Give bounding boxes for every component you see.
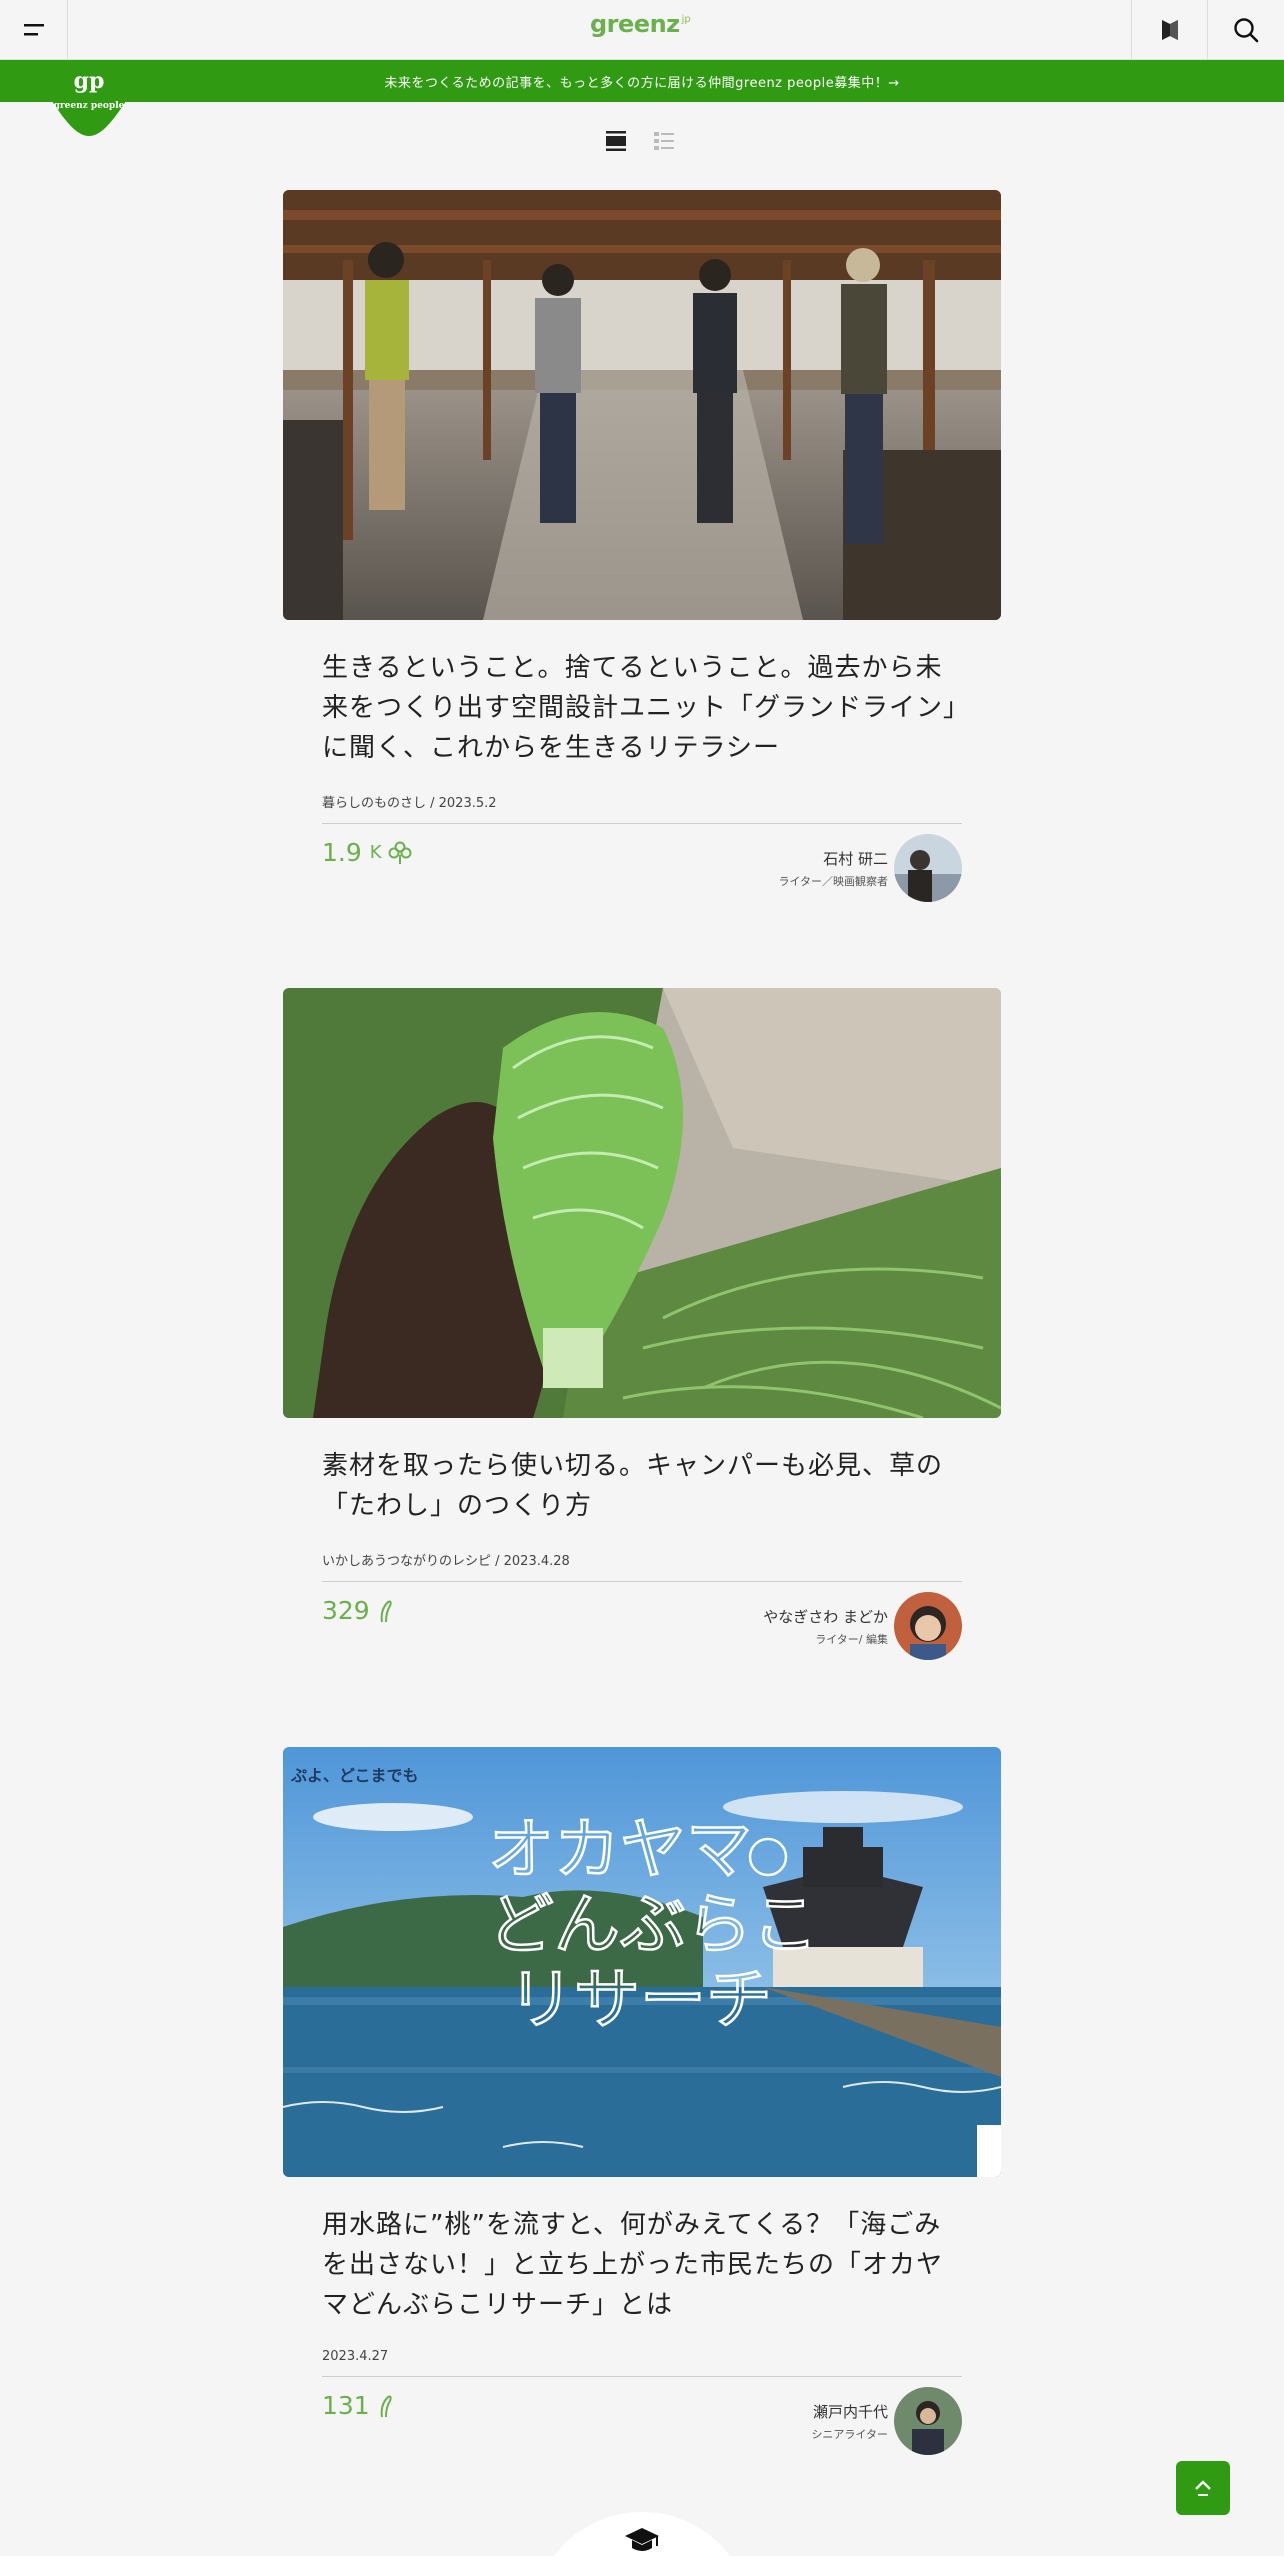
share-count-value: 329 — [322, 1596, 370, 1625]
author-role: ライター/ 編集 — [815, 1633, 888, 1646]
search-icon — [1234, 18, 1259, 43]
author-avatar[interactable] — [894, 2387, 962, 2455]
author-name: やなぎさわ まどか — [763, 1608, 888, 1626]
sprout-icon — [380, 1600, 392, 1622]
bookmark-icon — [1161, 20, 1178, 40]
article-title[interactable]: 用水路に”桃”を流すと、何がみえてくる？「海ごみを出さない！」と立ち上がった市民… — [322, 2205, 962, 2325]
image-title-line-3: リサーチ — [508, 1961, 772, 2038]
list-view-icon — [654, 132, 674, 150]
article-meta: いかしあうつながりのレシピ / 2023.4.28 — [322, 1550, 962, 1582]
okayama-photo: ぷよ、どこまでも オカヤマ どんぶらこ リサーチ — [283, 1747, 1001, 2177]
article-meta: 暮らしのものさし / 2023.5.2 — [322, 792, 962, 824]
logo-text: greenz — [590, 10, 680, 38]
author-name: 瀬戸内千代 — [812, 2403, 888, 2421]
article-thumbnail[interactable] — [283, 190, 1001, 620]
author-role: ライター／映画観察者 — [778, 875, 888, 888]
avatar-photo — [894, 1592, 962, 1660]
logo-suffix: jp — [681, 14, 691, 25]
author-avatar[interactable] — [894, 834, 962, 902]
menu-button[interactable] — [0, 0, 68, 60]
share-count: 329 — [322, 1596, 394, 1625]
share-count: 131 — [322, 2391, 394, 2420]
grass-scrubber-photo — [283, 988, 1001, 1418]
list-view-button[interactable] — [653, 130, 675, 152]
greenz-people-badge[interactable]: gp greenz people — [30, 60, 148, 136]
image-title-line-1: オカヤマ — [488, 1811, 752, 1888]
article-footer: 329 やなぎさわ まどか ライター/ 編集 — [322, 1582, 962, 1660]
card-view-icon — [606, 131, 626, 151]
article-card[interactable]: ぷよ、どこまでも オカヤマ どんぶらこ リサーチ 用水路に”桃”を流すと、何がみ… — [283, 1747, 1001, 2455]
recruit-banner[interactable]: 未来をつくるための記事を、もっと多くの方に届ける仲間greenz people募… — [0, 60, 1284, 102]
graduation-cap-button[interactable] — [624, 2526, 660, 2560]
article-card[interactable]: 素材を取ったら使い切る。キャンパーも必見、草の「たわし」のつくり方 いかしあうつ… — [283, 988, 1001, 1660]
author-info[interactable]: やなぎさわ まどか ライター/ 編集 — [763, 1606, 888, 1647]
avatar-photo — [894, 834, 962, 902]
article-meta: 2023.4.27 — [322, 2349, 962, 2377]
site-logo[interactable]: greenz jp — [590, 10, 691, 50]
chevron-up-icon — [1195, 2480, 1211, 2496]
article-title[interactable]: 生きるということ。捨てるということ。過去から未来をつくり出す空間設計ユニット「グ… — [322, 648, 962, 768]
author-avatar[interactable] — [894, 1592, 962, 1660]
share-count-value: 131 — [322, 2391, 370, 2420]
hamburger-icon — [23, 24, 44, 36]
image-caption: ぷよ、どこまでも — [290, 1766, 419, 1785]
clover-icon — [388, 841, 412, 864]
site-header: greenz jp — [0, 0, 1284, 60]
warehouse-photo — [283, 190, 1001, 620]
page-top-button[interactable] — [1176, 2461, 1230, 2515]
image-title-line-2: どんぶらこ — [488, 1886, 818, 1963]
author-role: シニアライター — [811, 2428, 888, 2441]
badge-mark: gp — [73, 68, 105, 94]
article-footer: 1.9 K 石村 研二 ライター／映画観察者 — [322, 824, 962, 902]
article-thumbnail[interactable]: ぷよ、どこまでも オカヤマ どんぶらこ リサーチ — [283, 1747, 1001, 2177]
article-title[interactable]: 素材を取ったら使い切る。キャンパーも必見、草の「たわし」のつくり方 — [322, 1446, 962, 1526]
share-count-value: 1.9 — [322, 838, 362, 867]
share-count: 1.9 K — [322, 838, 412, 867]
graduation-cap-icon — [625, 2528, 659, 2551]
article-footer: 131 瀬戸内千代 シニアライター — [322, 2377, 962, 2455]
banner-text: 未来をつくるための記事を、もっと多くの方に届ける仲間greenz people募… — [384, 75, 900, 91]
search-button[interactable] — [1207, 0, 1284, 60]
avatar-photo — [894, 2387, 962, 2455]
share-count-suffix: K — [369, 842, 382, 863]
sprout-icon — [380, 2395, 392, 2417]
bookmark-button[interactable] — [1131, 0, 1207, 60]
article-card[interactable]: 生きるということ。捨てるということ。過去から未来をつくり出す空間設計ユニット「グ… — [283, 190, 1001, 902]
card-view-button[interactable] — [605, 130, 627, 152]
article-thumbnail[interactable] — [283, 988, 1001, 1418]
author-name: 石村 研二 — [823, 850, 888, 868]
author-info[interactable]: 瀬戸内千代 シニアライター — [811, 2401, 888, 2442]
author-info[interactable]: 石村 研二 ライター／映画観察者 — [778, 848, 888, 889]
view-toggle — [605, 130, 675, 152]
badge-subtitle: greenz people — [53, 101, 125, 111]
